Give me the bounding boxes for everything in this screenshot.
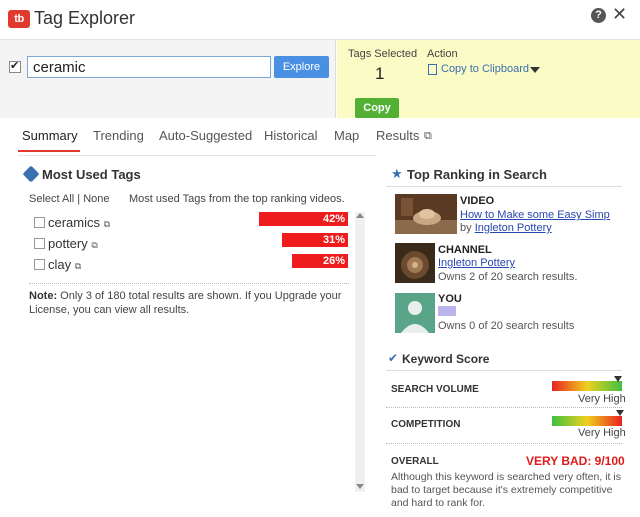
action-select[interactable]: Copy to Clipboard	[441, 63, 529, 75]
note-text: Only 3 of 180 total results are shown. I…	[29, 290, 342, 316]
by-label: by	[460, 222, 475, 234]
upgrade-note: Note: Only 3 of 180 total results are sh…	[29, 289, 349, 317]
most-used-title: Most Used Tags	[42, 167, 141, 182]
app-title: Tag Explorer	[34, 8, 136, 28]
gauge-marker-icon	[616, 410, 624, 416]
note-label: Note:	[29, 290, 58, 302]
tab-map[interactable]: Map	[334, 128, 359, 143]
divider	[386, 443, 622, 444]
video-channel-link[interactable]: Ingleton Pottery	[475, 222, 552, 234]
tag-label[interactable]: ceramics	[48, 215, 100, 230]
explore-button[interactable]: Explore	[274, 56, 329, 78]
check-icon: ✔	[388, 351, 399, 365]
search-area	[0, 40, 336, 118]
top-ranking-title: Top Ranking in Search	[407, 167, 547, 182]
rank-type-video: VIDEO	[460, 195, 495, 207]
overall-explanation: Although this keyword is searched very o…	[391, 471, 621, 509]
tab-results[interactable]: Results	[376, 128, 419, 143]
scroll-down-icon[interactable]	[356, 484, 364, 489]
tag-label-wrap[interactable]: ceramics ⧉	[48, 215, 110, 230]
help-icon[interactable]: ?	[591, 8, 606, 23]
rank-type-channel: CHANNEL	[438, 244, 492, 256]
video-by: by Ingleton Pottery	[460, 222, 552, 234]
copy-button[interactable]: Copy	[355, 98, 399, 118]
tab-trending[interactable]: Trending	[93, 128, 144, 143]
video-title-link[interactable]: How to Make some Easy Simp...	[460, 209, 610, 221]
tab-summary[interactable]: Summary	[22, 128, 78, 143]
competition-value: Very High	[578, 427, 626, 439]
gauge-marker-icon	[614, 376, 622, 382]
most-used-description: Most used Tags from the top ranking vide…	[129, 193, 345, 205]
star-icon: ★	[391, 166, 403, 181]
tag-checkbox[interactable]	[34, 259, 45, 270]
tab-auto-suggested[interactable]: Auto-Suggested	[159, 128, 252, 143]
tag-checkbox[interactable]	[34, 238, 45, 249]
channel-avatar[interactable]	[395, 243, 435, 283]
clipboard-icon	[428, 64, 437, 75]
tag-icon	[22, 165, 40, 183]
tags-selected-count: 1	[375, 64, 385, 83]
search-volume-gauge	[552, 381, 622, 391]
tubebuddy-logo-icon: tb	[8, 10, 30, 28]
scrollbar[interactable]	[355, 212, 365, 492]
action-label: Action	[427, 48, 458, 60]
keyword-score-title: Keyword Score	[402, 352, 490, 366]
external-link-icon[interactable]: ⧉	[424, 130, 432, 143]
external-link-icon[interactable]: ⧉	[75, 261, 81, 271]
divider	[386, 370, 622, 371]
search-volume-label: SEARCH VOLUME	[391, 384, 479, 395]
tab-divider	[18, 155, 376, 156]
search-input[interactable]	[27, 56, 271, 78]
tags-selected-label: Tags Selected	[348, 48, 418, 60]
tag-bar: 26%	[292, 254, 348, 268]
search-checkbox[interactable]	[9, 59, 21, 73]
overall-score: VERY BAD: 9/100	[526, 454, 625, 468]
redacted-username	[438, 306, 456, 316]
tag-label-wrap[interactable]: clay ⧉	[48, 257, 81, 272]
competition-label: COMPETITION	[391, 419, 461, 430]
close-icon[interactable]: ✕	[612, 4, 627, 25]
divider	[386, 186, 622, 187]
overall-label: OVERALL	[391, 456, 439, 467]
chevron-down-icon[interactable]	[530, 67, 540, 73]
channel-link[interactable]: Ingleton Pottery	[438, 257, 588, 269]
search-volume-value: Very High	[578, 393, 626, 405]
external-link-icon[interactable]: ⧉	[104, 219, 110, 229]
tag-label-wrap[interactable]: pottery ⧉	[48, 236, 98, 251]
scroll-up-icon[interactable]	[356, 213, 364, 218]
tag-label[interactable]: clay	[48, 257, 71, 272]
active-tab-indicator	[18, 150, 80, 152]
divider	[29, 283, 349, 284]
you-owns: Owns 0 of 20 search results	[438, 320, 575, 332]
tag-bar: 31%	[282, 233, 348, 247]
select-all-none[interactable]: Select All | None	[29, 193, 110, 205]
rank-type-you: YOU	[438, 293, 462, 305]
channel-owns: Owns 2 of 20 search results.	[438, 271, 578, 283]
video-thumbnail[interactable]	[395, 194, 457, 234]
divider	[386, 407, 622, 408]
tag-checkbox[interactable]	[34, 217, 45, 228]
competition-gauge	[552, 416, 622, 426]
tab-historical[interactable]: Historical	[264, 128, 317, 143]
user-avatar	[395, 293, 435, 333]
external-link-icon[interactable]: ⧉	[91, 240, 97, 250]
tag-label[interactable]: pottery	[48, 236, 88, 251]
tag-bar: 42%	[259, 212, 348, 226]
